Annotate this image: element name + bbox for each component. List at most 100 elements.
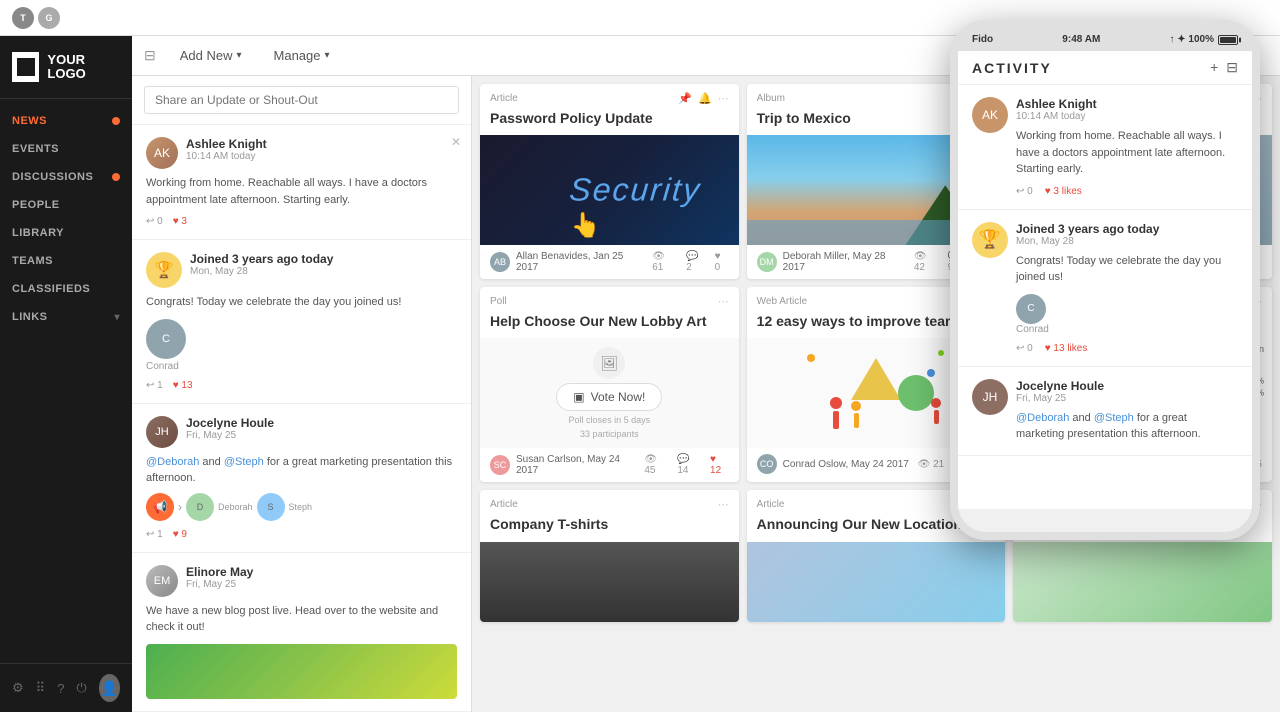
elinore-avatar: EM: [146, 565, 178, 597]
deborah-avatar: D: [186, 493, 214, 521]
jocelyne-like[interactable]: ♥ 9: [173, 529, 187, 540]
sidebar-item-events[interactable]: EVENTS: [0, 135, 132, 163]
sidebar-item-library-label: LIBRARY: [12, 227, 64, 239]
mobile-feed: AK Ashlee Knight 10:14 AM today Working …: [958, 85, 1252, 509]
sidebar-item-library[interactable]: LIBRARY: [0, 219, 132, 247]
manage-chevron-icon: ▾: [325, 50, 330, 61]
card-type-album: Album: [757, 93, 785, 104]
vote-now-button[interactable]: ▣ Vote Now!: [556, 383, 662, 411]
ashlee-name: Ashlee Knight: [186, 137, 267, 151]
help-icon[interactable]: ?: [57, 681, 64, 696]
logo-text: YOUR LOGO: [47, 53, 120, 82]
share-input[interactable]: [144, 86, 459, 114]
mobile-filter-icon[interactable]: ⊟: [1226, 59, 1238, 76]
close-icon[interactable]: ✕: [451, 135, 461, 149]
sidebar-item-links[interactable]: LINKS ▾: [0, 303, 132, 331]
conrad-avatar: CO: [757, 454, 777, 474]
more-icon[interactable]: ⋯: [718, 92, 729, 105]
sidebar-item-classifieds-label: CLASSIFIEDS: [12, 283, 90, 295]
card-image-poll: 🖼 ▣ Vote Now! Poll closes in 5 days 33 p…: [480, 338, 739, 448]
mobile-jocelyne-name: Jocelyne Houle: [1016, 379, 1238, 393]
mobile-anniversary-like[interactable]: ♥ 13 likes: [1045, 343, 1088, 354]
card-author-susan: Susan Carlson, May 24 2017: [516, 454, 638, 476]
add-new-button[interactable]: Add New ▾: [172, 44, 250, 67]
jocelyne-avatar: JH: [146, 416, 178, 448]
sidebar-item-people-label: PEOPLE: [12, 199, 60, 211]
add-new-label: Add New: [180, 48, 233, 63]
mention-steph[interactable]: @Steph: [224, 456, 264, 468]
news-badge: [112, 117, 120, 125]
mobile-mention-deborah[interactable]: @Deborah: [1016, 412, 1069, 424]
mobile-ashlee-actions: ↩ 0 ♥ 3 likes: [1016, 186, 1238, 197]
comments-stat4: 💬 14: [677, 454, 702, 476]
mobile-item-ashlee: AK Ashlee Knight 10:14 AM today Working …: [958, 85, 1252, 210]
likes-stat4: ♥ 12: [710, 454, 729, 476]
steph-avatar: S: [257, 493, 285, 521]
mobile-anniversary-name: Joined 3 years ago today: [1016, 222, 1238, 236]
views-stat5: 👁 21: [918, 459, 945, 470]
ashlee-time: 10:14 AM today: [186, 151, 267, 162]
card-type-poll: Poll: [490, 296, 507, 307]
sidebar-item-discussions[interactable]: DISCUSSIONS: [0, 163, 132, 191]
mobile-ashlee-name: Ashlee Knight: [1016, 97, 1238, 111]
card-password-policy[interactable]: Article 📌 🔔 ⋯ Password Policy Update Sec…: [480, 84, 739, 279]
card-lobby-art[interactable]: Poll ⋯ Help Choose Our New Lobby Art 🖼 ▣…: [480, 287, 739, 482]
mobile-mention-steph[interactable]: @Steph: [1094, 412, 1134, 424]
share-input-area: [132, 76, 471, 125]
jocelyne-actions: ↩ 1 ♥ 9: [146, 529, 457, 540]
like-button[interactable]: ♥ 3: [173, 216, 187, 227]
more-icon[interactable]: ⋯: [718, 295, 729, 308]
activity-item-ashlee: ✕ AK Ashlee Knight 10:14 AM today Workin…: [132, 125, 471, 240]
sidebar-item-news[interactable]: NEWS: [0, 107, 132, 135]
anniversary-date: Mon, May 28: [190, 266, 333, 277]
filter-icon[interactable]: ⊟: [144, 47, 156, 64]
manage-button[interactable]: Manage ▾: [266, 44, 338, 67]
card-type-article4: Article: [757, 499, 785, 510]
mobile-title: ACTIVITY: [972, 60, 1052, 76]
mobile-add-icon[interactable]: +: [1210, 59, 1218, 76]
jocelyne-body: @Deborah and @Steph for a great marketin…: [146, 454, 457, 487]
views-stat: 👁 61: [652, 251, 678, 273]
sidebar-item-people[interactable]: PEOPLE: [0, 191, 132, 219]
card-type-webarticle: Web Article: [757, 296, 807, 307]
sidebar-logo: YOUR LOGO: [0, 36, 132, 99]
mobile-item-anniversary: 🏆 Joined 3 years ago today Mon, May 28 C…: [958, 210, 1252, 367]
mobile-reply-icon[interactable]: ↩ 0: [1016, 186, 1033, 197]
anniversary-reply[interactable]: ↩ 1: [146, 380, 163, 391]
vote-label: Vote Now!: [591, 390, 646, 404]
mobile-jocelyne-time: Fri, May 25: [1016, 393, 1238, 404]
links-chevron-icon: ▾: [114, 312, 120, 323]
sidebar-user-avatar[interactable]: 👤: [99, 674, 120, 702]
vote-icon: ▣: [573, 390, 584, 404]
mention-deborah[interactable]: @Deborah: [146, 456, 199, 468]
activity-panel: ✕ AK Ashlee Knight 10:14 AM today Workin…: [132, 76, 472, 712]
card-footer-lobby: SC Susan Carlson, May 24 2017 👁 45 💬 14 …: [480, 448, 739, 482]
mobile-anniversary-badge: 🏆: [972, 222, 1008, 258]
topbar-avatar-g[interactable]: G: [38, 7, 60, 29]
card-footer-password: AB Allan Benavides, Jan 25 2017 👁 61 💬 2…: [480, 245, 739, 279]
anniversary-like[interactable]: ♥ 13: [173, 380, 193, 391]
power-icon[interactable]: ⏻: [76, 680, 86, 696]
jocelyne-reply[interactable]: ↩ 1: [146, 529, 163, 540]
gear-icon[interactable]: ⚙: [12, 680, 24, 696]
steph-label: Steph: [289, 502, 313, 512]
discussions-badge: [112, 173, 120, 181]
sidebar-item-teams[interactable]: TEAMS: [0, 247, 132, 275]
sidebar-footer: ⚙ ⠿ ? ⏻ 👤: [0, 663, 132, 712]
reply-icon[interactable]: ↩ 0: [146, 216, 163, 227]
elinore-body: We have a new blog post live. Head over …: [146, 603, 457, 636]
sidebar-item-classifieds[interactable]: CLASSIFIEDS: [0, 275, 132, 303]
poll-participants-text: 33 participants: [580, 429, 639, 439]
mobile-like-button[interactable]: ♥ 3 likes: [1045, 186, 1082, 197]
jocelyne-name: Jocelyne Houle: [186, 416, 274, 430]
topbar-avatar-t[interactable]: T: [12, 7, 34, 29]
logo-box: [12, 52, 39, 82]
mobile-anniversary-reply[interactable]: ↩ 0: [1016, 343, 1033, 354]
views-stat4: 👁 45: [644, 454, 669, 476]
mobile-status-icons: ↑ ✦ 100%: [1169, 34, 1238, 45]
grid-icon[interactable]: ⠿: [36, 680, 46, 696]
card-tshirts[interactable]: Article ⋯ Company T-shirts: [480, 490, 739, 621]
add-new-chevron-icon: ▾: [236, 50, 241, 61]
more-icon[interactable]: ⋯: [718, 498, 729, 511]
susan-avatar: SC: [490, 455, 510, 475]
